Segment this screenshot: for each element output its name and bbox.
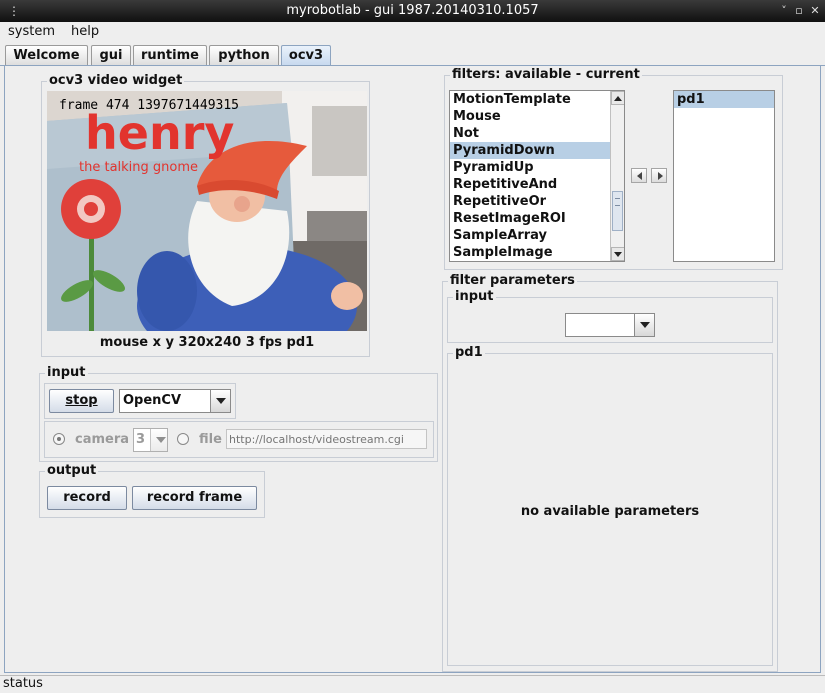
menu-help[interactable]: help — [71, 24, 99, 39]
filter-item[interactable]: MotionTemplate — [450, 91, 610, 108]
status-text: status — [3, 676, 43, 691]
available-filters-scrollbar[interactable] — [610, 91, 624, 261]
video-status-text: mouse x y 320x240 3 fps pd1 — [99, 335, 315, 350]
filter-item[interactable]: RepetitiveOr — [450, 193, 610, 210]
file-url-input[interactable] — [226, 429, 427, 449]
current-filters-list[interactable]: pd1 — [673, 90, 775, 262]
grabber-select-value: OpenCV — [123, 393, 182, 408]
grabber-select[interactable]: OpenCV — [119, 389, 231, 413]
app-icon[interactable]: ⋮ — [8, 3, 20, 19]
filter-item[interactable]: PyramidUp — [450, 159, 610, 176]
camera-index-value: 3 — [136, 432, 146, 447]
maximize-icon[interactable]: ▫ — [792, 4, 806, 18]
tab-strip: Welcome gui runtime python ocv3 — [0, 43, 825, 66]
add-filter-arrow-icon[interactable] — [651, 168, 667, 183]
filters-group-title: filters: available - current — [450, 67, 642, 83]
window-title: myrobotlab - gui 1987.20140310.1057 — [286, 3, 539, 18]
camera-radio[interactable] — [53, 433, 65, 445]
window-titlebar: ⋮ myrobotlab - gui 1987.20140310.1057 ˅ … — [0, 0, 825, 22]
remove-filter-arrow-icon[interactable] — [631, 168, 647, 183]
tab-runtime[interactable]: runtime — [133, 45, 207, 66]
parameters-input-select[interactable] — [565, 313, 655, 337]
video-widget-title: ocv3 video widget — [47, 73, 185, 89]
video-display[interactable]: henry the talking gnome frame 474 139767… — [47, 91, 367, 331]
scroll-down-icon[interactable] — [611, 247, 624, 261]
video-frame-image: henry the talking gnome frame 474 139767… — [47, 91, 367, 331]
output-group-title: output — [45, 463, 99, 479]
status-bar: status — [0, 675, 825, 693]
filter-item[interactable]: SampleArray — [450, 227, 610, 244]
frame-overlay-text: frame 474 1397671449315 — [59, 98, 239, 113]
pd1-parameters-title: pd1 — [453, 345, 485, 361]
scrollbar-thumb[interactable] — [612, 191, 623, 231]
camera-index-select[interactable]: 3 — [133, 428, 168, 452]
current-filter-item[interactable]: pd1 — [674, 91, 774, 108]
filter-item[interactable]: RepetitiveAnd — [450, 176, 610, 193]
filter-item[interactable]: Mouse — [450, 108, 610, 125]
record-frame-button[interactable]: record frame — [132, 486, 257, 510]
chevron-down-icon[interactable] — [210, 390, 230, 412]
chevron-down-icon[interactable] — [150, 429, 167, 451]
tab-python[interactable]: python — [209, 45, 279, 66]
window-menu-icon[interactable]: ˅ — [777, 4, 791, 18]
filter-item-selected[interactable]: PyramidDown — [450, 142, 610, 159]
parameters-input-title: input — [453, 289, 496, 305]
stop-button[interactable]: stop — [49, 389, 114, 413]
available-filters-list[interactable]: MotionTemplate Mouse Not PyramidDown Pyr… — [449, 90, 625, 262]
input-group-title: input — [45, 365, 88, 381]
filter-item[interactable]: Not — [450, 125, 610, 142]
video-tagline-text: the talking gnome — [79, 160, 198, 175]
stop-button-label: stop — [65, 393, 98, 408]
close-icon[interactable]: ✕ — [808, 4, 822, 18]
menu-bar: system help — [0, 22, 825, 43]
file-label: file — [199, 432, 222, 447]
tab-gui[interactable]: gui — [91, 45, 131, 66]
camera-label: camera — [75, 432, 130, 447]
chevron-down-icon[interactable] — [634, 314, 654, 336]
video-brand-text: henry — [85, 106, 234, 160]
filter-item[interactable]: ResetImageROI — [450, 210, 610, 227]
tab-ocv3[interactable]: ocv3 — [281, 45, 331, 66]
scroll-up-icon[interactable] — [611, 91, 624, 105]
filter-parameters-title: filter parameters — [448, 273, 577, 289]
no-parameters-text: no available parameters — [520, 504, 700, 519]
filter-item[interactable]: SampleImage — [450, 244, 610, 261]
tab-welcome[interactable]: Welcome — [5, 45, 88, 66]
file-radio[interactable] — [177, 433, 189, 445]
menu-system[interactable]: system — [8, 24, 55, 39]
record-button[interactable]: record — [47, 486, 127, 510]
